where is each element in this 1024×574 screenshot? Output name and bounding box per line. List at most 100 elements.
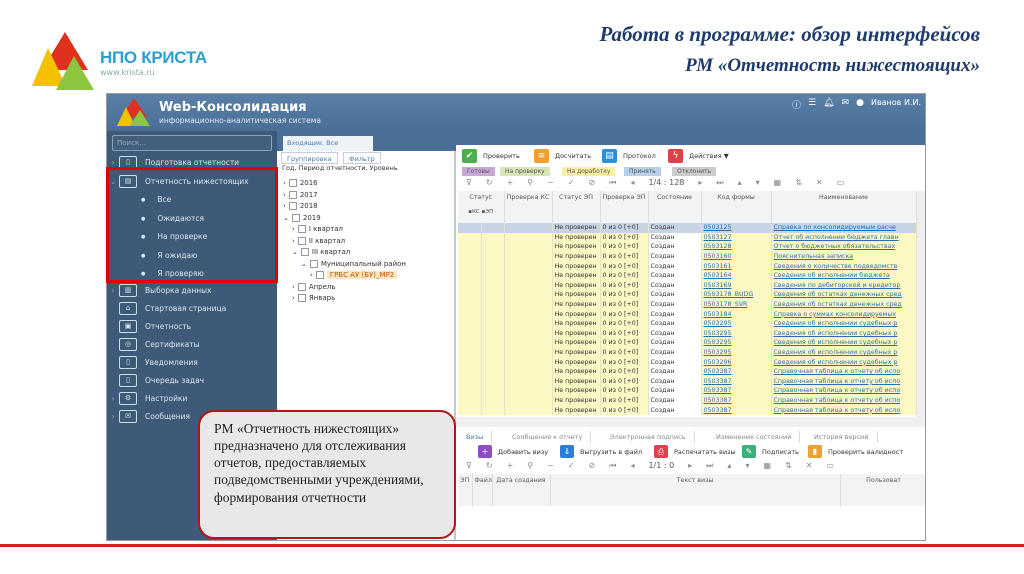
tree-node[interactable]: › 2017 <box>283 190 318 199</box>
last-page-icon[interactable]: ⏭ <box>706 461 713 471</box>
col-ep[interactable]: ЭП <box>458 474 473 506</box>
chevron-right-icon[interactable]: › <box>283 191 286 199</box>
form-name-link[interactable]: Сведения об исполнении бюджета <box>771 270 917 281</box>
form-name-link[interactable]: Справочная таблица к отчету об испо <box>771 405 917 415</box>
clear-icon[interactable]: ✕ <box>816 178 823 188</box>
form-code-link[interactable]: 0503125 <box>701 223 772 233</box>
chevron-down-icon[interactable]: ⌄ <box>292 248 298 256</box>
tree-node[interactable]: › ГРБС АУ (БУ)_МР2 <box>310 271 398 279</box>
form-code-link[interactable]: 0503184 <box>701 309 772 319</box>
chevron-right-icon[interactable]: › <box>292 294 295 302</box>
export-icon[interactable]: ▭ <box>826 461 834 471</box>
form-name-link[interactable]: Сведения об остатках денежных сред <box>771 299 917 310</box>
tree-node[interactable]: › Январь <box>292 294 335 302</box>
ok-icon[interactable]: ✓ <box>568 461 575 471</box>
status-tab-accept[interactable]: Принять <box>624 167 661 176</box>
form-name-link[interactable]: Отчет о бюджетных обязательствах <box>771 242 917 252</box>
form-name-link[interactable]: Справочная таблица к отчету об испо <box>771 386 917 396</box>
print-visas-button[interactable]: ⎙ Распечатать визы <box>654 445 736 458</box>
table-row[interactable]: Не проверен 0 из 0 [+0] Создан 0503295 Сведе… <box>458 347 917 358</box>
sort-icon[interactable]: ⇅ <box>785 461 792 471</box>
remove-icon[interactable]: − <box>547 178 554 188</box>
form-name-link[interactable]: Пояснительная записка <box>771 251 917 262</box>
status-tab-ready[interactable]: Готовы <box>462 167 495 176</box>
form-code-link[interactable]: 0503161 <box>701 261 772 271</box>
form-code-link[interactable]: 0503387 <box>701 405 772 415</box>
tree-node[interactable]: ⌄ III квартал <box>292 248 350 256</box>
form-code-link[interactable]: 0503169 <box>701 280 772 291</box>
refresh-icon[interactable]: ↻ <box>486 461 493 471</box>
chevron-right-icon[interactable]: › <box>310 271 313 279</box>
validate-button[interactable]: ▮ Проверить валидност <box>808 445 903 458</box>
next-page-icon[interactable]: ▸ <box>688 461 692 471</box>
table-row[interactable]: Не проверен 0 из 0 [+0] Создан 0503161 Сведе… <box>458 261 917 271</box>
form-name-link[interactable]: Сведения по дебиторской и кредитор <box>771 280 917 291</box>
first-page-icon[interactable]: ⏮ <box>609 461 616 471</box>
tree-node[interactable]: › 2016 <box>283 179 318 187</box>
bell-icon[interactable]: 🔔︎ <box>823 98 834 111</box>
form-code-link[interactable]: 0503295 <box>701 318 772 329</box>
form-code-link[interactable]: 0503387 <box>701 386 772 396</box>
sidebar-item-6[interactable]: ▯ Уведомления <box>107 353 277 371</box>
cancel-icon[interactable]: ⊘ <box>589 461 596 471</box>
up-icon[interactable]: ▴ <box>738 178 742 188</box>
table-row[interactable]: Не проверен 0 из 0 [+0] Создан 0503184 Справ… <box>458 309 917 319</box>
sidebar-item-3[interactable]: ⌂ Стартовая страница <box>107 299 277 317</box>
chevron-down-icon[interactable]: ⌄ <box>301 260 307 268</box>
col-file[interactable]: Файл <box>472 474 493 506</box>
col-status[interactable]: Статус ▪КС ▪ЭП <box>458 191 505 223</box>
col-date[interactable]: Дата создания <box>492 474 551 506</box>
user-name[interactable]: Иванов И.И. <box>871 98 921 111</box>
group-fields[interactable]: Год, Период отчетности, Уровень <box>282 164 398 172</box>
form-code-link[interactable]: 0503164 <box>701 270 772 281</box>
pin-icon[interactable]: ⚲ <box>527 178 533 188</box>
form-name-link[interactable]: Справочная таблица к отчету об испо <box>771 376 917 387</box>
sidebar-item-5[interactable]: ◎ Сертификаты <box>107 335 277 353</box>
table-row[interactable]: Не проверен 0 из 0 [+0] Создан 0503178_SVR С… <box>458 299 917 310</box>
add-visa-button[interactable]: + Добавить визу <box>478 445 548 458</box>
table-row[interactable]: Не проверен 0 из 0 [+0] Создан 0503127 Отчет… <box>458 232 917 243</box>
form-code-link[interactable]: 0503295 <box>701 338 772 348</box>
form-code-link[interactable]: 0503295 <box>701 328 772 339</box>
filter-button[interactable]: Фильтр <box>343 152 381 164</box>
form-name-link[interactable]: Справка о суммах консолидируемых <box>771 309 917 319</box>
chevron-right-icon[interactable]: › <box>107 412 119 421</box>
form-code-link[interactable]: 0503387 <box>701 376 772 387</box>
table-row[interactable]: Не проверен 0 из 0 [+0] Создан 0503178_BUDG… <box>458 290 917 300</box>
chevron-right-icon[interactable]: › <box>292 237 295 245</box>
table-row[interactable]: Не проверен 0 из 0 [+0] Создан 0503128 Отчет… <box>458 242 917 252</box>
tree-node[interactable]: › Апрель <box>292 282 336 291</box>
sidebar-item-8[interactable]: › ⚙ Настройки <box>107 389 277 407</box>
bottom-tab-2[interactable]: Электронная подпись <box>602 431 695 443</box>
status-tab-to-check[interactable]: На проверку <box>500 167 550 176</box>
form-code-link[interactable]: 0503387 <box>701 395 772 406</box>
tree-node[interactable]: › I квартал <box>292 225 343 233</box>
col-form-code[interactable]: Код формы <box>701 191 772 223</box>
form-name-link[interactable]: Сведения об остатках денежных сред <box>771 290 917 300</box>
status-tab-reject[interactable]: Отклонить <box>672 167 717 176</box>
form-name-link[interactable]: Сведения об исполнении судебных р <box>771 328 917 339</box>
export-icon[interactable]: ▭ <box>837 178 845 188</box>
form-name-link[interactable]: Сведения об исполнении судебных р <box>771 338 917 348</box>
form-name-link[interactable]: Сведения об исполнении судебных р <box>771 357 917 367</box>
last-page-icon[interactable]: ⏭ <box>716 178 723 188</box>
form-code-link[interactable]: 0503387 <box>701 366 772 377</box>
bottom-tab-4[interactable]: История версий <box>806 431 878 443</box>
check-button[interactable]: ✔ Проверить <box>462 149 520 163</box>
actions-button[interactable]: ϟ Действия ▼ <box>668 149 729 163</box>
col-status-ep[interactable]: Статус ЭП <box>552 191 601 223</box>
table-row[interactable]: Не проверен 0 из 0 [+0] Создан 0503387 Справ… <box>458 376 917 387</box>
chevron-right-icon[interactable]: › <box>107 286 119 295</box>
add-icon[interactable]: + <box>507 461 514 471</box>
status-tab-rework[interactable]: На доработку <box>562 167 616 176</box>
chevron-right-icon[interactable]: › <box>107 394 119 403</box>
form-name-link[interactable]: Отчет об исполнении бюджета главн <box>771 232 917 243</box>
sort-icon[interactable]: ⇅ <box>795 178 802 188</box>
recalc-button[interactable]: ≡ Досчитать <box>534 149 591 163</box>
form-code-link[interactable]: 0503295 <box>701 347 772 358</box>
table-row[interactable]: Не проверен 0 из 0 [+0] Создан 0503295 Сведе… <box>458 338 917 348</box>
form-code-link[interactable]: 0503127 <box>701 232 772 243</box>
form-name-link[interactable]: Сведения об исполнении судебных р <box>771 318 917 329</box>
table-row[interactable]: Не проверен 0 из 0 [+0] Создан 0503387 Справ… <box>458 405 917 415</box>
table-row[interactable]: Не проверен 0 из 0 [+0] Создан 0503160 Поясн… <box>458 251 917 262</box>
